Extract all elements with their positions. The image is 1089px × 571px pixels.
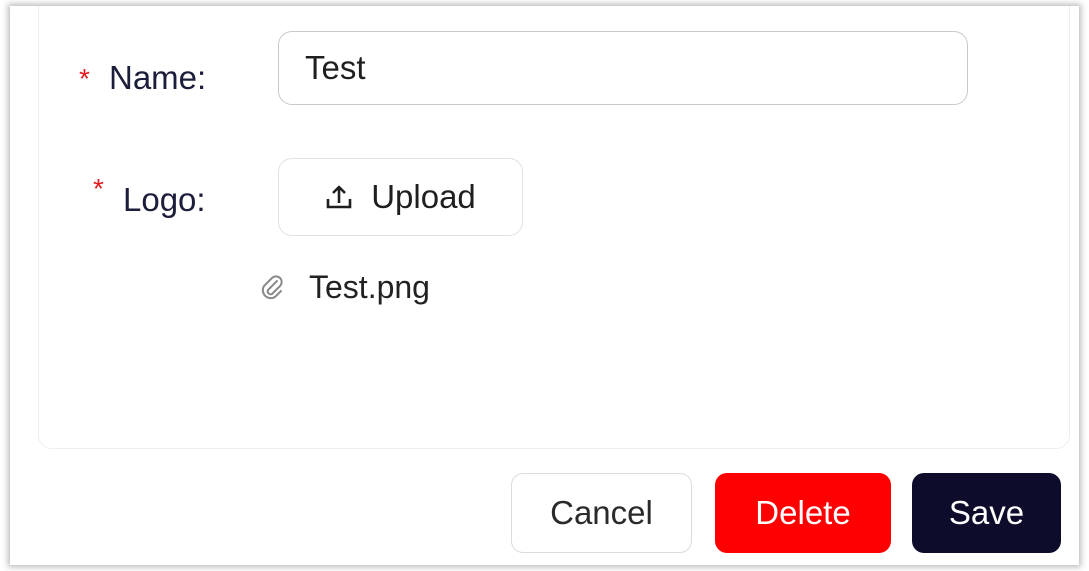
- required-marker-name: *: [79, 63, 90, 94]
- form-panel: * Name: * Logo: Upload Test.png: [38, 6, 1070, 449]
- upload-label: Upload: [371, 178, 476, 215]
- uploaded-file-name[interactable]: Test.png: [309, 269, 430, 306]
- upload-button[interactable]: Upload: [278, 158, 523, 236]
- paperclip-icon: [259, 273, 285, 301]
- required-marker-logo: *: [93, 173, 104, 204]
- logo-label: Logo:: [123, 181, 206, 218]
- dialog-frame: * Name: * Logo: Upload Test.png Ca: [10, 6, 1079, 565]
- name-label: Name:: [109, 59, 207, 96]
- upload-icon: [325, 184, 353, 210]
- save-button[interactable]: Save: [912, 473, 1061, 553]
- cancel-button[interactable]: Cancel: [511, 473, 692, 553]
- name-input[interactable]: [278, 31, 968, 105]
- uploaded-file-item[interactable]: Test.png: [259, 265, 430, 309]
- delete-button[interactable]: Delete: [715, 473, 891, 553]
